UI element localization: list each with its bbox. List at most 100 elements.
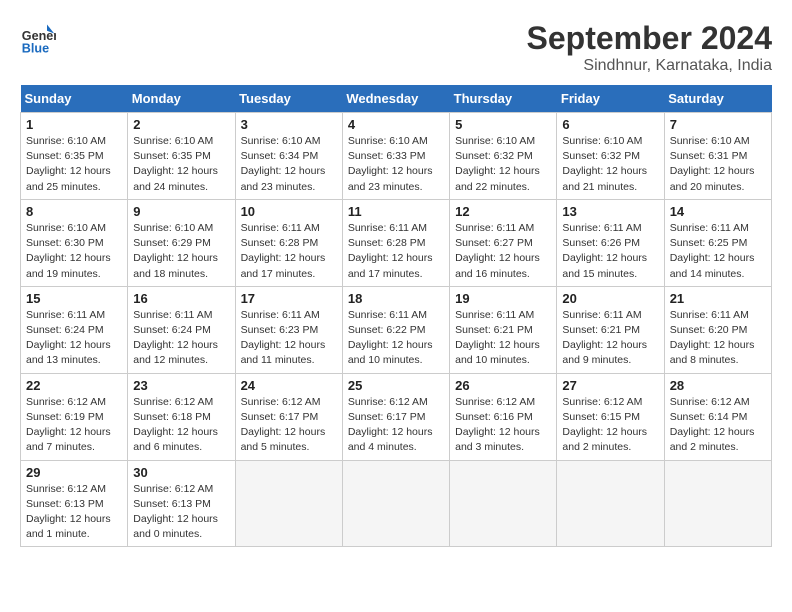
header-monday: Monday <box>128 85 235 113</box>
calendar-cell: 20Sunrise: 6:11 AMSunset: 6:21 PMDayligh… <box>557 286 664 373</box>
calendar-cell: 28 Sunrise: 6:12 AMSunset: 6:14 PMDayligh… <box>664 373 771 460</box>
day-number: 17 <box>241 291 337 306</box>
header-tuesday: Tuesday <box>235 85 342 113</box>
day-info: Sunrise: 6:11 AMSunset: 6:28 PMDaylight:… <box>348 221 444 282</box>
day-info: Sunrise: 6:11 AMSunset: 6:28 PMDaylight:… <box>241 221 337 282</box>
day-info: Sunrise: 6:11 AMSunset: 6:25 PMDaylight:… <box>670 221 766 282</box>
calendar-cell: 22 Sunrise: 6:12 AMSunset: 6:19 PMDayligh… <box>21 373 128 460</box>
day-info: Sunrise: 6:12 AMSunset: 6:19 PMDaylight:… <box>26 395 122 456</box>
day-number: 28 <box>670 378 766 393</box>
day-number: 18 <box>348 291 444 306</box>
calendar-cell: 11 Sunrise: 6:11 AMSunset: 6:28 PMDayligh… <box>342 199 449 286</box>
header-saturday: Saturday <box>664 85 771 113</box>
logo: General Blue <box>20 20 56 56</box>
calendar-cell: 5 Sunrise: 6:10 AMSunset: 6:32 PMDaylight… <box>450 113 557 200</box>
calendar-week-1: 1 Sunrise: 6:10 AMSunset: 6:35 PMDaylight… <box>21 113 772 200</box>
day-number: 15 <box>26 291 122 306</box>
day-number: 26 <box>455 378 551 393</box>
day-info: Sunrise: 6:10 AMSunset: 6:32 PMDaylight:… <box>455 134 551 195</box>
day-info: Sunrise: 6:10 AMSunset: 6:30 PMDaylight:… <box>26 221 122 282</box>
day-number: 19 <box>455 291 551 306</box>
day-info: Sunrise: 6:11 AMSunset: 6:26 PMDaylight:… <box>562 221 658 282</box>
calendar-cell: 19 Sunrise: 6:11 AMSunset: 6:21 PMDayligh… <box>450 286 557 373</box>
calendar-cell: 8 Sunrise: 6:10 AMSunset: 6:30 PMDaylight… <box>21 199 128 286</box>
calendar-cell <box>450 460 557 547</box>
calendar-cell: 27 Sunrise: 6:12 AMSunset: 6:15 PMDayligh… <box>557 373 664 460</box>
day-number: 24 <box>241 378 337 393</box>
day-number: 22 <box>26 378 122 393</box>
day-number: 27 <box>562 378 658 393</box>
day-info: Sunrise: 6:11 AMSunset: 6:21 PMDaylight:… <box>455 308 551 369</box>
month-title: September 2024 <box>527 20 772 57</box>
page-header: General Blue September 2024 Sindhnur, Ka… <box>20 20 772 75</box>
calendar-week-5: 29Sunrise: 6:12 AMSunset: 6:13 PMDayligh… <box>21 460 772 547</box>
day-number: 12 <box>455 204 551 219</box>
day-number: 16 <box>133 291 229 306</box>
day-number: 13 <box>562 204 658 219</box>
day-number: 14 <box>670 204 766 219</box>
day-info: Sunrise: 6:10 AMSunset: 6:34 PMDaylight:… <box>241 134 337 195</box>
day-number: 10 <box>241 204 337 219</box>
calendar-cell: 21 Sunrise: 6:11 AMSunset: 6:20 PMDayligh… <box>664 286 771 373</box>
calendar-table: SundayMondayTuesdayWednesdayThursdayFrid… <box>20 85 772 547</box>
calendar-cell: 4 Sunrise: 6:10 AMSunset: 6:33 PMDaylight… <box>342 113 449 200</box>
calendar-cell: 2 Sunrise: 6:10 AMSunset: 6:35 PMDaylight… <box>128 113 235 200</box>
day-number: 3 <box>241 117 337 132</box>
title-block: September 2024 Sindhnur, Karnataka, Indi… <box>527 20 772 75</box>
day-info: Sunrise: 6:10 AMSunset: 6:32 PMDaylight:… <box>562 134 658 195</box>
calendar-header-row: SundayMondayTuesdayWednesdayThursdayFrid… <box>21 85 772 113</box>
calendar-cell <box>342 460 449 547</box>
day-info: Sunrise: 6:11 AMSunset: 6:20 PMDaylight:… <box>670 308 766 369</box>
calendar-cell: 18 Sunrise: 6:11 AMSunset: 6:22 PMDayligh… <box>342 286 449 373</box>
calendar-cell <box>664 460 771 547</box>
day-number: 11 <box>348 204 444 219</box>
calendar-cell: 24 Sunrise: 6:12 AMSunset: 6:17 PMDayligh… <box>235 373 342 460</box>
day-info: Sunrise: 6:11 AMSunset: 6:21 PMDaylight:… <box>562 308 658 369</box>
day-info: Sunrise: 6:11 AMSunset: 6:27 PMDaylight:… <box>455 221 551 282</box>
day-number: 6 <box>562 117 658 132</box>
day-info: Sunrise: 6:11 AMSunset: 6:24 PMDaylight:… <box>26 308 122 369</box>
calendar-cell: 16 Sunrise: 6:11 AMSunset: 6:24 PMDayligh… <box>128 286 235 373</box>
calendar-cell: 25 Sunrise: 6:12 AMSunset: 6:17 PMDayligh… <box>342 373 449 460</box>
calendar-cell: 15 Sunrise: 6:11 AMSunset: 6:24 PMDayligh… <box>21 286 128 373</box>
day-info: Sunrise: 6:10 AMSunset: 6:35 PMDaylight:… <box>133 134 229 195</box>
day-number: 23 <box>133 378 229 393</box>
header-thursday: Thursday <box>450 85 557 113</box>
day-info: Sunrise: 6:11 AMSunset: 6:24 PMDaylight:… <box>133 308 229 369</box>
day-info: Sunrise: 6:12 AMSunset: 6:13 PMDaylight:… <box>26 482 122 543</box>
calendar-cell <box>235 460 342 547</box>
day-info: Sunrise: 6:12 AMSunset: 6:16 PMDaylight:… <box>455 395 551 456</box>
day-number: 5 <box>455 117 551 132</box>
day-info: Sunrise: 6:12 AMSunset: 6:14 PMDaylight:… <box>670 395 766 456</box>
day-number: 1 <box>26 117 122 132</box>
day-info: Sunrise: 6:10 AMSunset: 6:33 PMDaylight:… <box>348 134 444 195</box>
day-info: Sunrise: 6:12 AMSunset: 6:18 PMDaylight:… <box>133 395 229 456</box>
day-number: 21 <box>670 291 766 306</box>
day-number: 4 <box>348 117 444 132</box>
calendar-body: 1 Sunrise: 6:10 AMSunset: 6:35 PMDaylight… <box>21 113 772 547</box>
day-number: 25 <box>348 378 444 393</box>
calendar-cell: 23 Sunrise: 6:12 AMSunset: 6:18 PMDayligh… <box>128 373 235 460</box>
day-info: Sunrise: 6:10 AMSunset: 6:31 PMDaylight:… <box>670 134 766 195</box>
day-info: Sunrise: 6:12 AMSunset: 6:17 PMDaylight:… <box>241 395 337 456</box>
calendar-cell: 7 Sunrise: 6:10 AMSunset: 6:31 PMDaylight… <box>664 113 771 200</box>
calendar-week-4: 22 Sunrise: 6:12 AMSunset: 6:19 PMDayligh… <box>21 373 772 460</box>
day-number: 7 <box>670 117 766 132</box>
day-info: Sunrise: 6:12 AMSunset: 6:17 PMDaylight:… <box>348 395 444 456</box>
logo-icon: General Blue <box>20 20 56 56</box>
day-info: Sunrise: 6:11 AMSunset: 6:23 PMDaylight:… <box>241 308 337 369</box>
day-number: 8 <box>26 204 122 219</box>
day-number: 9 <box>133 204 229 219</box>
svg-text:Blue: Blue <box>22 41 49 55</box>
calendar-cell: 10 Sunrise: 6:11 AMSunset: 6:28 PMDayligh… <box>235 199 342 286</box>
day-info: Sunrise: 6:12 AMSunset: 6:13 PMDaylight:… <box>133 482 229 543</box>
day-info: Sunrise: 6:11 AMSunset: 6:22 PMDaylight:… <box>348 308 444 369</box>
header-wednesday: Wednesday <box>342 85 449 113</box>
calendar-cell: 29Sunrise: 6:12 AMSunset: 6:13 PMDayligh… <box>21 460 128 547</box>
calendar-cell: 9Sunrise: 6:10 AMSunset: 6:29 PMDaylight… <box>128 199 235 286</box>
calendar-cell: 12 Sunrise: 6:11 AMSunset: 6:27 PMDayligh… <box>450 199 557 286</box>
day-info: Sunrise: 6:12 AMSunset: 6:15 PMDaylight:… <box>562 395 658 456</box>
calendar-cell: 13 Sunrise: 6:11 AMSunset: 6:26 PMDayligh… <box>557 199 664 286</box>
day-number: 2 <box>133 117 229 132</box>
calendar-cell: 6 Sunrise: 6:10 AMSunset: 6:32 PMDaylight… <box>557 113 664 200</box>
